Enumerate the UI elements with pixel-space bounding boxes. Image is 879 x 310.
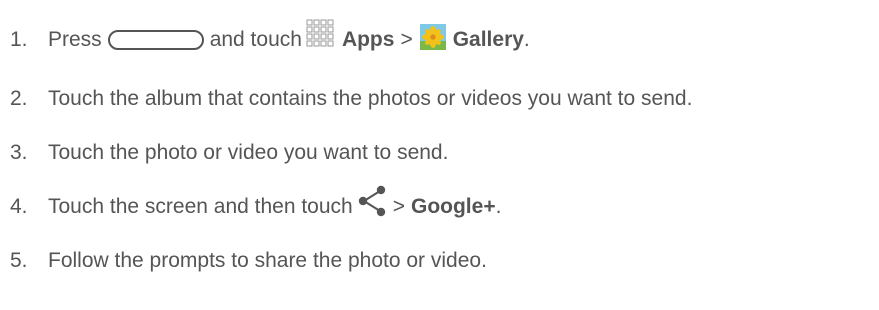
share-icon <box>357 184 389 218</box>
step-1: 1. Press and touch Apps > Gallery . <box>10 17 530 60</box>
step-text: Touch the screen and then touch > Google <box>48 184 502 227</box>
step-number: 4. <box>10 195 28 218</box>
step-number: 2. <box>10 87 28 110</box>
apps-label: Apps <box>341 28 395 51</box>
and-touch-label: and touch <box>209 28 302 51</box>
instruction-list: 1. Press and touch Apps > Gallery . 2. T… <box>0 0 879 310</box>
step-text: Press and touch Apps > Gallery . <box>48 17 530 60</box>
gallery-icon <box>419 23 447 51</box>
apps-grid-icon <box>304 17 336 51</box>
step-3: 3. Touch the photo or video you want to … <box>10 133 448 173</box>
step-number: 1. <box>10 28 28 51</box>
period: . <box>523 28 530 51</box>
google-plus-label: Google+ <box>410 195 496 218</box>
step-text: Touch the photo or video you want to sen… <box>48 141 449 164</box>
step-text: Follow the prompts to share the photo or… <box>48 249 487 272</box>
step-number: 3. <box>10 141 28 164</box>
step-text: Touch the album that contains the photos… <box>48 87 693 110</box>
separator: > <box>400 28 413 51</box>
step-4: 4. Touch the screen and then touch > Goo… <box>10 184 502 227</box>
period: . <box>495 195 502 218</box>
step-5: 5. Follow the prompts to share the photo… <box>10 241 487 281</box>
step-4-lead-text: Touch the screen and then touch <box>48 195 353 218</box>
step-number: 5. <box>10 249 28 272</box>
gallery-label: Gallery <box>452 28 524 51</box>
press-label: Press <box>48 28 102 51</box>
separator: > <box>392 195 405 218</box>
home-key-icon <box>107 30 204 50</box>
step-2: 2. Touch the album that contains the pho… <box>10 79 692 119</box>
